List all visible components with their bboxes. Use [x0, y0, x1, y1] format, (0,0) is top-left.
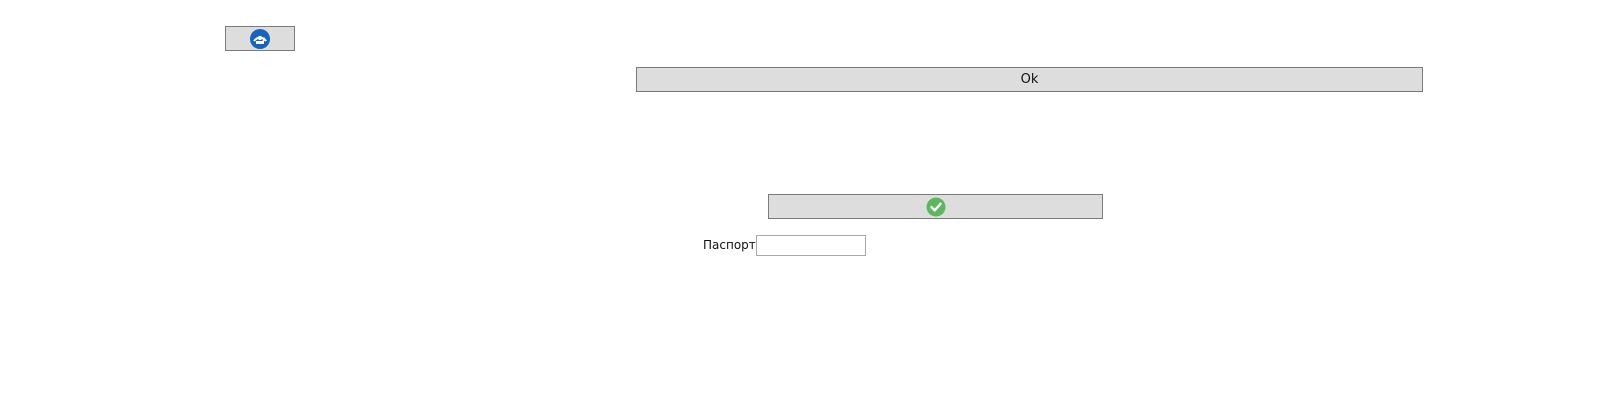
ok-button[interactable]: Ok: [636, 67, 1423, 92]
passport-field-row: Паспорт: [703, 235, 866, 256]
confirm-button[interactable]: [768, 194, 1103, 219]
ok-button-label: Ok: [1020, 72, 1039, 87]
green-check-icon: [926, 197, 946, 217]
passport-input[interactable]: [755, 235, 866, 256]
refresh-ship-icon: [249, 28, 271, 50]
passport-label: Паспорт: [703, 238, 756, 252]
refresh-button[interactable]: [225, 26, 295, 51]
